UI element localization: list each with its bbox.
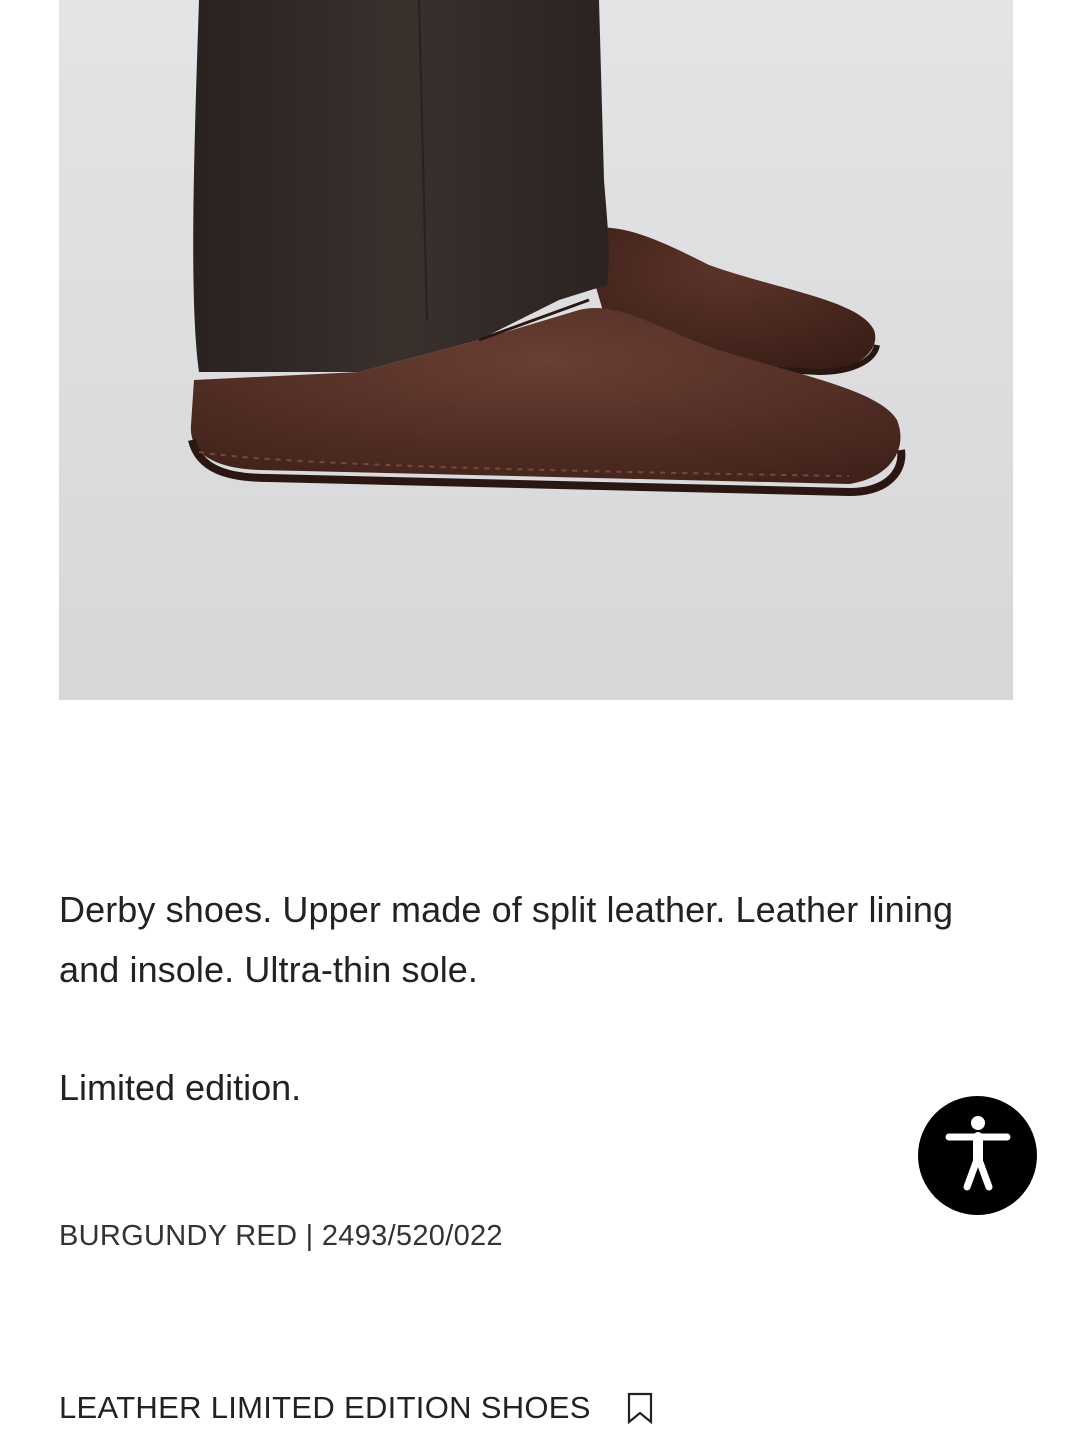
edition-note: Limited edition. (59, 1067, 302, 1108)
color-reference: BURGUNDY RED | 2493/520/022 (59, 1220, 503, 1252)
bookmark-icon[interactable] (625, 1391, 655, 1425)
accessibility-icon (943, 1113, 1013, 1198)
product-image[interactable] (59, 0, 1013, 700)
product-name-row: LEATHER LIMITED EDITION SHOES (59, 1385, 655, 1431)
accessibility-button[interactable] (918, 1096, 1037, 1215)
product-description: Derby shoes. Upper made of split leather… (59, 889, 954, 990)
product-photo (59, 0, 1013, 700)
product-name: LEATHER LIMITED EDITION SHOES (59, 1390, 591, 1425)
